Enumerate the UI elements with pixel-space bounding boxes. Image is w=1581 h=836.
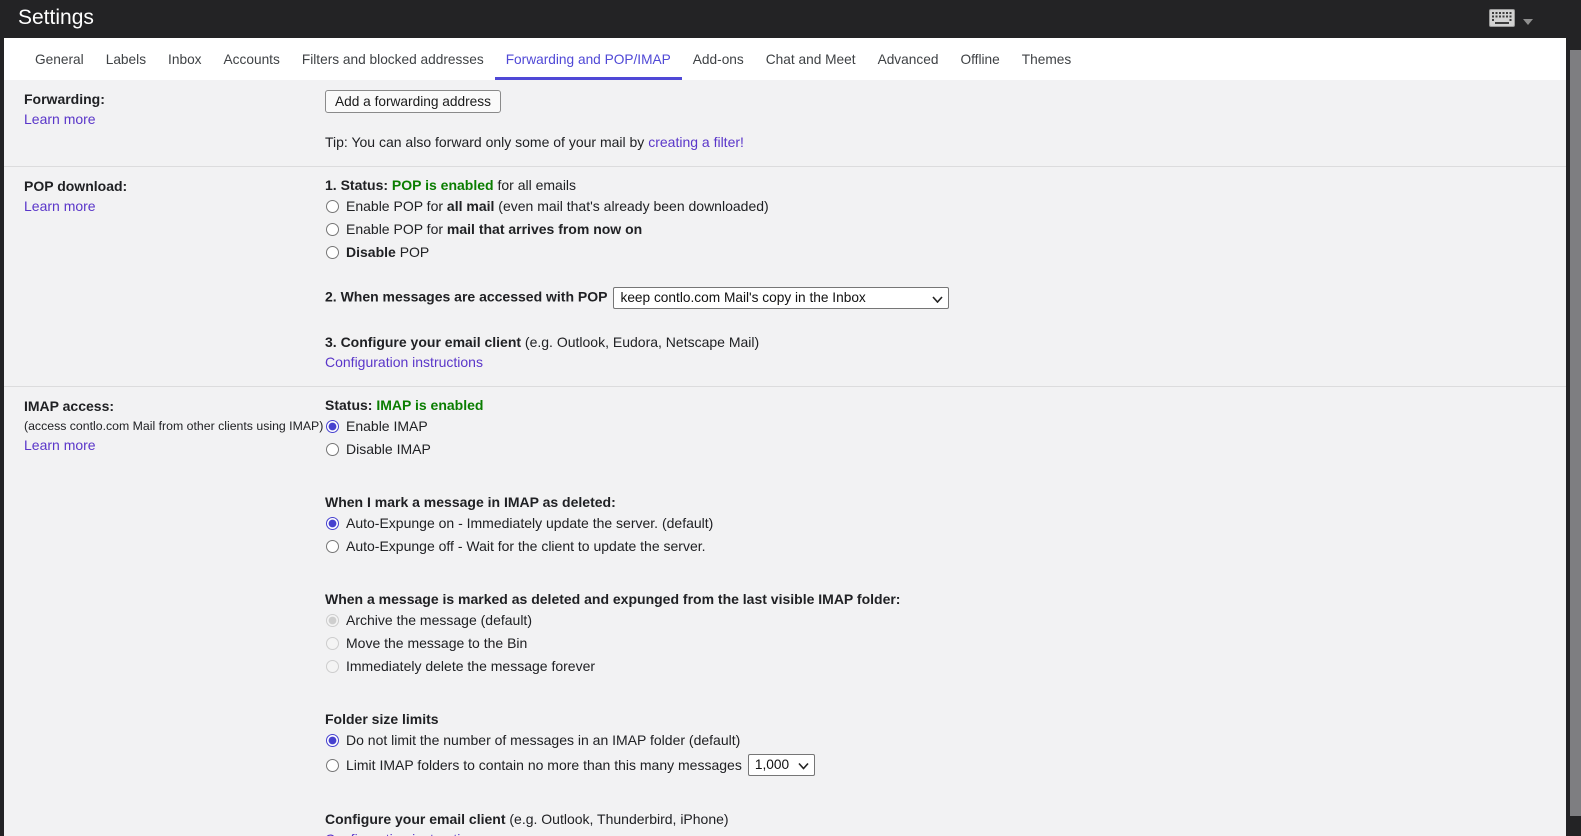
pop-disable-radio[interactable] xyxy=(326,246,339,259)
settings-page: Settings General Labels Inbox Accounts F… xyxy=(0,0,1581,836)
archive-message-radio xyxy=(326,614,339,627)
pop-option-disable[interactable]: Disable POP xyxy=(325,243,1532,262)
tab-filters[interactable]: Filters and blocked addresses xyxy=(291,38,495,80)
archive-message-option: Archive the message (default) xyxy=(325,611,1532,630)
forwarding-label: Forwarding: xyxy=(24,91,105,107)
imap-sublabel: (access contlo.com Mail from other clien… xyxy=(24,419,324,433)
imap-deleted-heading: When I mark a message in IMAP as deleted… xyxy=(325,494,616,510)
imap-status-value: IMAP is enabled xyxy=(376,397,484,413)
tab-labels[interactable]: Labels xyxy=(95,38,157,80)
imap-disable-radio[interactable] xyxy=(326,443,339,456)
imap-status-label: Status: xyxy=(325,397,377,413)
chevron-down-icon xyxy=(1523,12,1533,28)
pop-status-rest: for all emails xyxy=(493,177,577,193)
no-limit-option[interactable]: Do not limit the number of messages in a… xyxy=(325,731,1532,750)
pop-all-mail-radio[interactable] xyxy=(326,200,339,213)
tab-accounts[interactable]: Accounts xyxy=(213,38,291,80)
page-title: Settings xyxy=(18,6,94,29)
limit-folders-radio[interactable] xyxy=(326,758,339,772)
keyboard-icon xyxy=(1489,9,1515,30)
add-forwarding-address-button[interactable]: Add a forwarding address xyxy=(325,90,501,113)
imap-access-section: IMAP access: (access contlo.com Mail fro… xyxy=(4,386,1566,836)
top-bar: Settings xyxy=(0,0,1581,38)
move-to-bin-radio xyxy=(326,637,339,650)
forwarding-tip-text: Tip: You can also forward only some of y… xyxy=(325,134,649,150)
auto-expunge-off-option[interactable]: Auto-Expunge off - Wait for the client t… xyxy=(325,537,1532,556)
imap-configure-line: Configure your email client (e.g. Outloo… xyxy=(325,811,729,827)
auto-expunge-on-option[interactable]: Auto-Expunge on - Immediately update the… xyxy=(325,514,1532,533)
pop-status-label: 1. Status: xyxy=(325,177,392,193)
pop-status-value: POP is enabled xyxy=(391,177,494,193)
tab-inbox[interactable]: Inbox xyxy=(157,38,212,80)
scrollbar-track[interactable] xyxy=(1566,38,1581,836)
limit-folders-option[interactable]: Limit IMAP folders to contain no more th… xyxy=(325,754,1532,776)
imap-learn-more-link[interactable]: Learn more xyxy=(24,437,96,453)
tab-themes[interactable]: Themes xyxy=(1011,38,1082,80)
pop-configuration-instructions-link[interactable]: Configuration instructions xyxy=(325,354,483,370)
imap-enable-radio[interactable] xyxy=(326,420,339,433)
imap-disable-option[interactable]: Disable IMAP xyxy=(325,440,1532,459)
folder-size-heading: Folder size limits xyxy=(325,711,439,727)
imap-label: IMAP access: xyxy=(24,398,115,414)
settings-frame: General Labels Inbox Accounts Filters an… xyxy=(4,38,1566,836)
pop-download-section: POP download: Learn more 1. Status: POP … xyxy=(4,166,1566,386)
auto-expunge-off-radio[interactable] xyxy=(326,540,339,553)
tab-addons[interactable]: Add-ons xyxy=(682,38,755,80)
auto-expunge-on-radio[interactable] xyxy=(326,517,339,530)
tab-chat-meet[interactable]: Chat and Meet xyxy=(755,38,867,80)
forwarding-learn-more-link[interactable]: Learn more xyxy=(24,111,96,127)
move-to-bin-option: Move the message to the Bin xyxy=(325,634,1532,653)
settings-tabbar: General Labels Inbox Accounts Filters an… xyxy=(4,38,1566,80)
tab-advanced[interactable]: Advanced xyxy=(867,38,950,80)
delete-forever-radio xyxy=(326,660,339,673)
pop-option-all-mail[interactable]: Enable POP for all mail (even mail that'… xyxy=(325,197,1532,216)
scrollbar-thumb[interactable] xyxy=(1570,50,1581,816)
pop-status-line: 1. Status: POP is enabled for all emails xyxy=(325,177,1532,193)
pop-from-now-on-radio[interactable] xyxy=(326,223,339,236)
pop-learn-more-link[interactable]: Learn more xyxy=(24,198,96,214)
tab-general[interactable]: General xyxy=(24,38,95,80)
pop-when-line: 2. When messages are accessed with POP k… xyxy=(325,287,1532,309)
imap-expunge-heading: When a message is marked as deleted and … xyxy=(325,591,901,607)
pop-when-select[interactable]: keep contlo.com Mail's copy in the Inbox xyxy=(613,287,950,309)
tab-offline[interactable]: Offline xyxy=(949,38,1010,80)
imap-enable-option[interactable]: Enable IMAP xyxy=(325,417,1532,436)
pop-configure-line: 3. Configure your email client (e.g. Out… xyxy=(325,334,760,350)
no-limit-radio[interactable] xyxy=(326,734,339,747)
delete-forever-option: Immediately delete the message forever xyxy=(325,657,1532,676)
imap-configuration-instructions-link[interactable]: Configuration instructions xyxy=(325,831,483,836)
settings-content: Forwarding: Learn more Add a forwarding … xyxy=(4,80,1566,836)
pop-when-label: 2. When messages are accessed with POP xyxy=(325,288,608,305)
creating-a-filter-link[interactable]: creating a filter! xyxy=(648,134,744,150)
input-tools-button[interactable] xyxy=(1489,9,1533,30)
pop-option-from-now-on[interactable]: Enable POP for mail that arrives from no… xyxy=(325,220,1532,239)
pop-label: POP download: xyxy=(24,178,128,194)
forwarding-section: Forwarding: Learn more Add a forwarding … xyxy=(4,80,1566,166)
tab-forwarding-pop-imap[interactable]: Forwarding and POP/IMAP xyxy=(494,38,682,80)
imap-status-line: Status: IMAP is enabled xyxy=(325,397,1532,413)
folder-limit-select[interactable]: 1,000 xyxy=(747,754,815,776)
